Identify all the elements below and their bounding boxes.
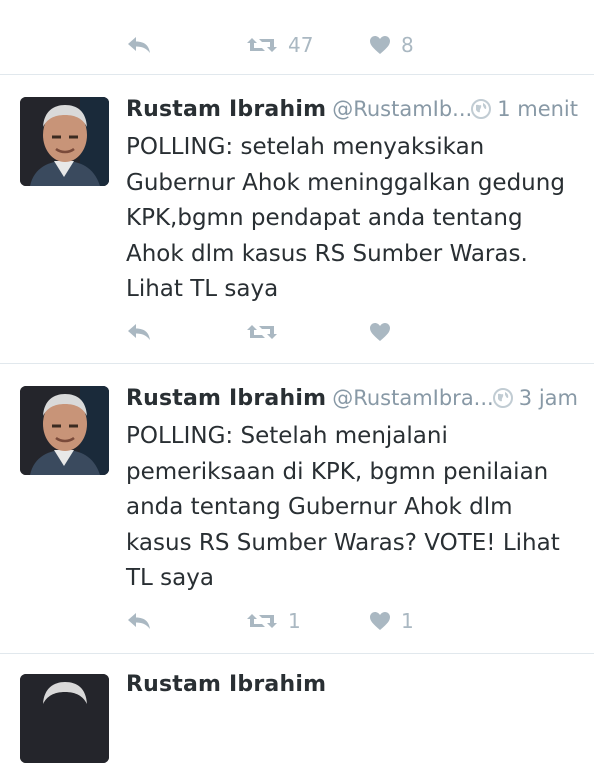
author-name[interactable]: Rustam Ibrahim (126, 97, 326, 122)
author-name[interactable]: Rustam Ibrahim (126, 672, 326, 697)
tweet-text: POLLING: setelah menyaksikan Gubernur Ah… (126, 134, 565, 302)
tweet-actions (126, 317, 576, 347)
tweet-text: POLLING: Setelah menjalani pemeriksaan d… (126, 423, 560, 591)
author-name[interactable]: Rustam Ibrahim (126, 386, 326, 411)
globe-icon (492, 388, 513, 408)
author-handle[interactable]: @RustamIbra... (332, 386, 494, 410)
retweet-icon (247, 614, 277, 628)
retweet-icon (247, 38, 277, 52)
time-label: 3 jam (518, 386, 578, 410)
tweet-header: Rustam Ibrahim @RustamIbra... 3 jam (126, 386, 578, 418)
reply-icon (128, 613, 150, 629)
retweet-count: 47 (288, 33, 314, 57)
like-button[interactable]: 8 (369, 30, 414, 60)
like-count: 8 (401, 33, 414, 57)
avatar[interactable] (20, 674, 109, 763)
like-button[interactable]: 1 (369, 606, 414, 636)
author-handle[interactable]: @RustamIb... (332, 97, 472, 121)
tweet-time[interactable]: 3 jam (492, 386, 578, 410)
tweet-actions: 1 1 (126, 606, 576, 636)
like-icon (370, 323, 390, 341)
reply-button[interactable] (126, 317, 152, 347)
tweet-item[interactable]: Rustam Ibrahim @RustamIb... 1 menit POLLI… (0, 75, 594, 364)
tweet-time[interactable]: 1 menit (471, 97, 578, 121)
tweet-item[interactable]: Rustam Ibrahim (0, 654, 594, 763)
time-label: 1 menit (497, 97, 578, 121)
reply-button[interactable] (126, 606, 152, 636)
reply-icon (128, 37, 150, 53)
avatar[interactable] (20, 97, 109, 186)
reply-icon (128, 324, 150, 340)
retweet-count: 1 (288, 609, 301, 633)
tweet-item[interactable]: Rustam Ibrahim @RustamIbra... 3 jam POLLI… (0, 364, 594, 654)
like-icon (370, 612, 390, 630)
like-icon (370, 36, 390, 54)
tweet-actions: 47 8 (126, 30, 576, 60)
tweet-header: Rustam Ibrahim (126, 672, 578, 704)
avatar[interactable] (20, 386, 109, 475)
retweet-button[interactable]: 1 (246, 606, 301, 636)
reply-button[interactable] (126, 30, 152, 60)
like-count: 1 (401, 609, 414, 633)
retweet-button[interactable] (246, 317, 288, 347)
tweet-header: Rustam Ibrahim @RustamIb... 1 menit (126, 97, 578, 129)
globe-icon (471, 99, 492, 119)
like-button[interactable] (369, 317, 401, 347)
retweet-icon (247, 325, 277, 339)
tweet-previous: 47 8 (0, 0, 594, 75)
retweet-button[interactable]: 47 (246, 30, 313, 60)
